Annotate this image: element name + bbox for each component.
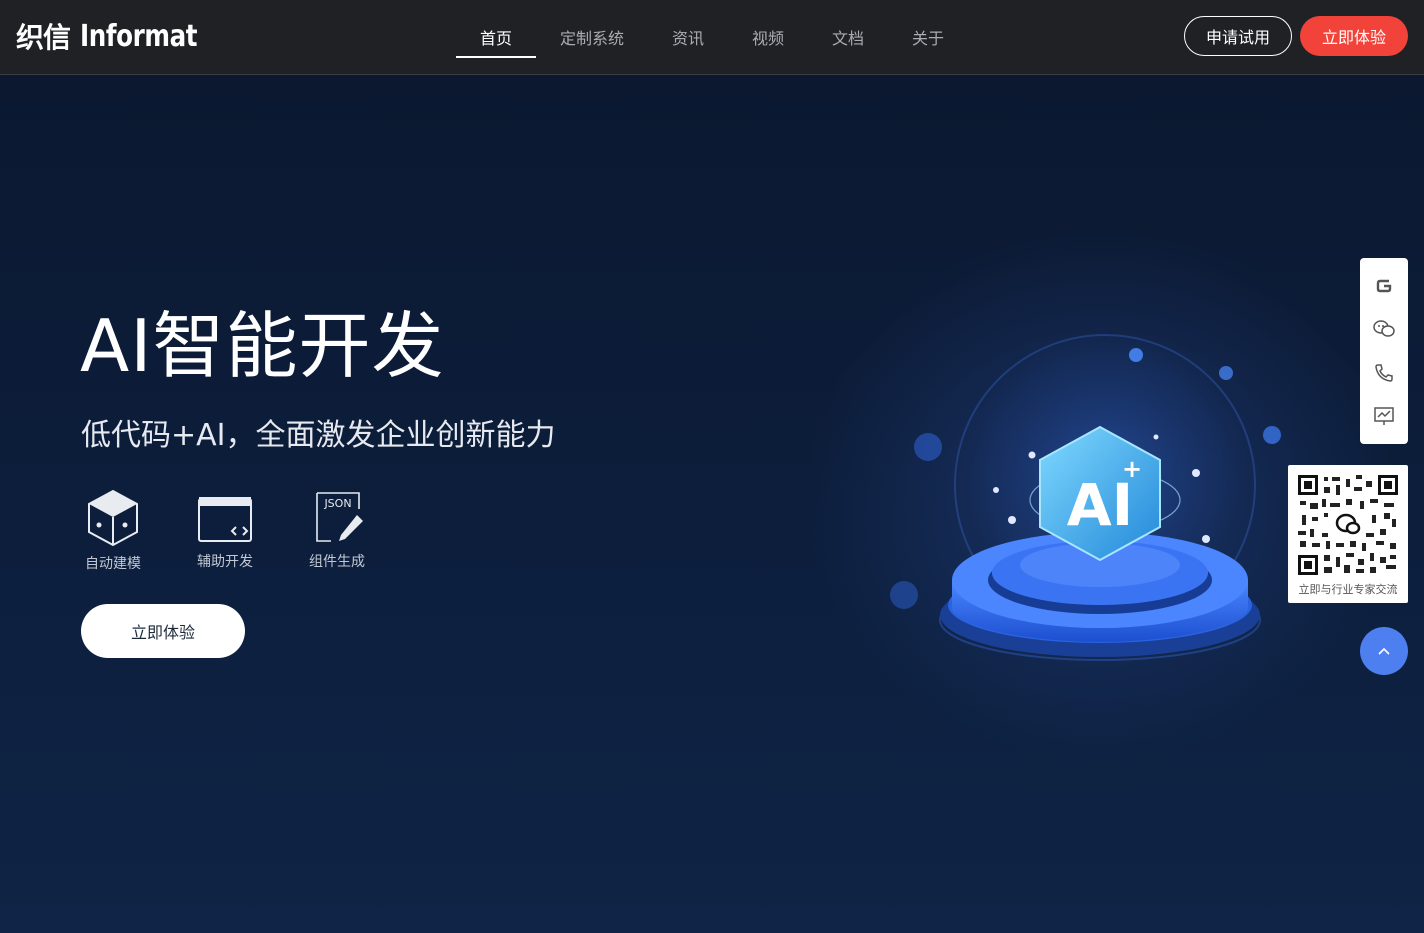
json-badge-text: JSON [323, 497, 351, 510]
feature-label: 辅助开发 [197, 554, 253, 570]
floating-contact-bar [1360, 258, 1408, 444]
feature-component-gen: JSON 组件生成 [297, 489, 377, 571]
chevron-up-icon [1378, 647, 1390, 655]
wechat-icon[interactable] [1372, 317, 1396, 341]
apply-trial-button[interactable]: 申请试用 [1184, 16, 1292, 56]
feature-label: 自动建模 [85, 556, 141, 572]
qr-code-card: 立即与行业专家交流 [1288, 465, 1408, 603]
logo-english: Informat [80, 18, 198, 54]
phone-icon[interactable] [1372, 361, 1396, 385]
chart-icon[interactable] [1372, 404, 1396, 428]
nav-item-custom-system[interactable]: 定制系统 [536, 0, 648, 74]
cube-icon [88, 489, 138, 547]
feature-auto-modeling: 自动建模 [73, 489, 153, 573]
main-nav: 首页 定制系统 资讯 视频 文档 关于 [456, 0, 968, 74]
nav-item-videos[interactable]: 视频 [728, 0, 808, 74]
nav-item-news[interactable]: 资讯 [648, 0, 728, 74]
hero-try-now-button[interactable]: 立即体验 [81, 604, 245, 658]
hero-title: AI智能开发 [80, 304, 445, 388]
feature-assisted-dev: 辅助开发 [185, 489, 265, 571]
hero-section: AI智能开发 低代码+AI，全面激发企业创新能力 自动建模 辅助开发 JSON [0, 75, 1424, 933]
logo-chinese: 织信 [16, 21, 71, 54]
ai-platform-illustration: AI + [890, 334, 1281, 661]
logo[interactable]: 织信 Informat [16, 16, 223, 56]
qr-caption: 立即与行业专家交流 [1298, 583, 1398, 596]
qr-code-image [1296, 473, 1400, 577]
illustration-plus-text: + [1122, 455, 1142, 483]
back-to-top-button[interactable] [1360, 627, 1408, 675]
json-edit-icon: JSON [316, 492, 363, 542]
top-navbar: 织信 Informat 首页 定制系统 资讯 视频 文档 关于 申请试用 立即体… [0, 0, 1424, 75]
nav-item-docs[interactable]: 文档 [808, 0, 888, 74]
nav-item-about[interactable]: 关于 [888, 0, 968, 74]
hero-subtitle: 低代码+AI，全面激发企业创新能力 [81, 418, 556, 453]
code-window-icon [198, 497, 252, 542]
feature-label: 组件生成 [309, 554, 365, 570]
try-now-button[interactable]: 立即体验 [1300, 16, 1408, 56]
g-logo-icon[interactable] [1372, 274, 1396, 298]
nav-item-home[interactable]: 首页 [456, 0, 536, 74]
